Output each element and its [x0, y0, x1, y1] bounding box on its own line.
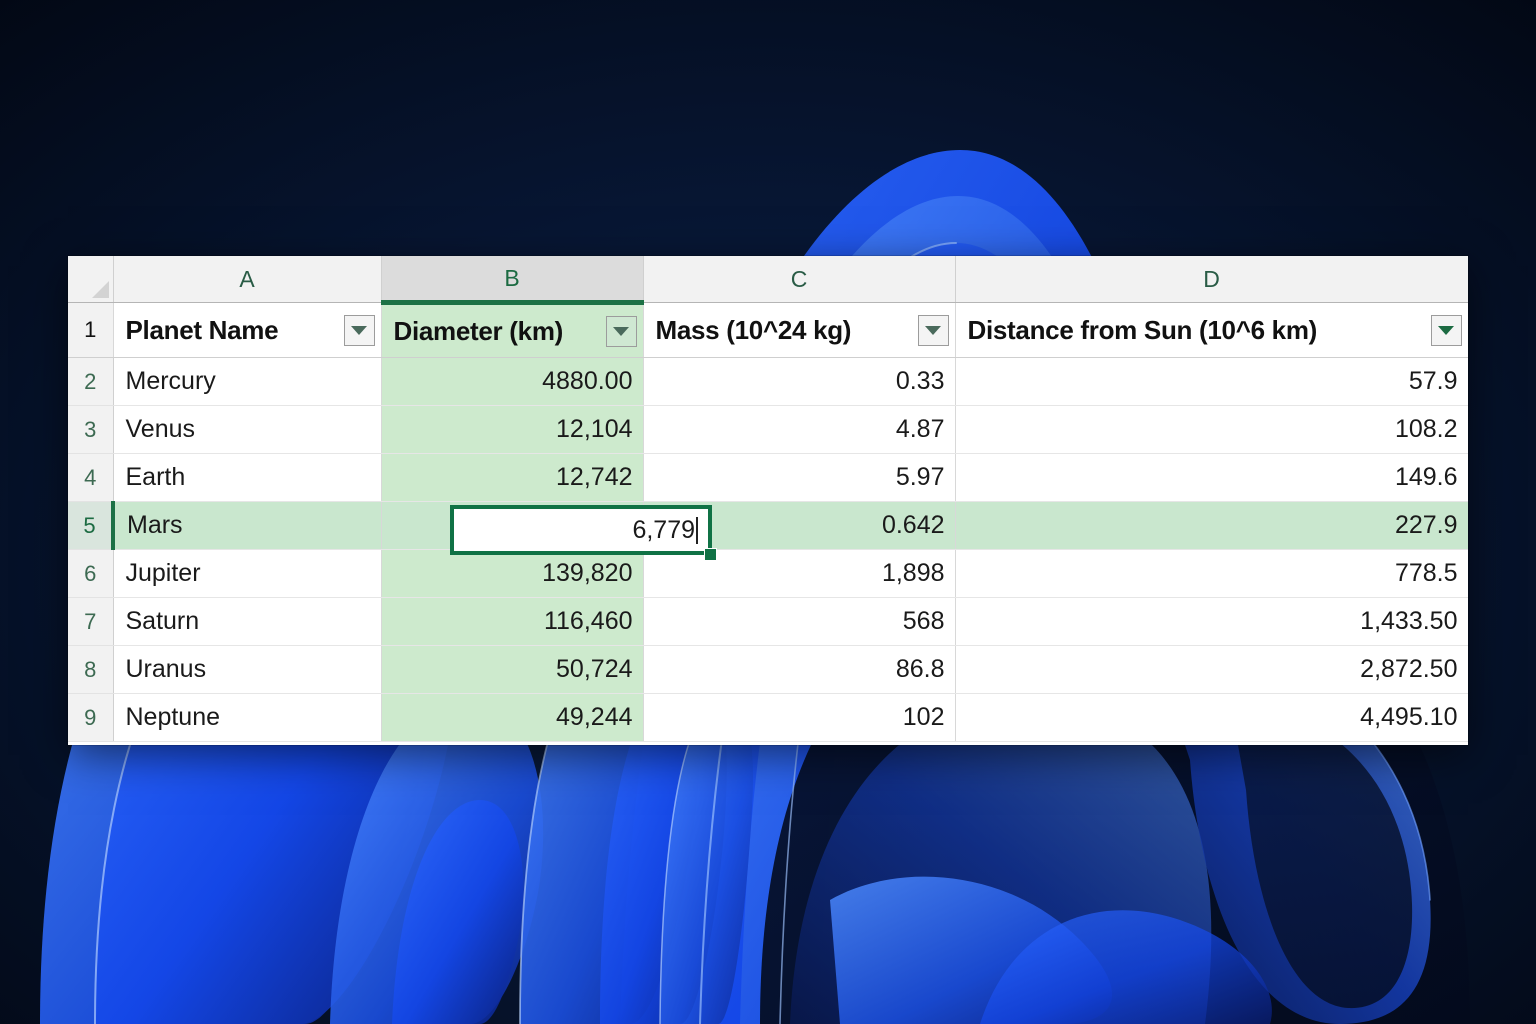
cell-c9[interactable]: 102 — [643, 693, 956, 742]
cell-b6[interactable]: 139,820 — [381, 549, 644, 598]
text-cursor — [696, 516, 698, 544]
cell-d7[interactable]: 1,433.50 — [955, 597, 1468, 646]
table-row[interactable]: 7 Saturn 116,460 568 1,433.50 — [68, 597, 1468, 646]
cell-a9[interactable]: Neptune — [113, 693, 382, 742]
table-row[interactable]: 9 Neptune 49,244 102 4,495.10 — [68, 693, 1468, 742]
column-header-strip[interactable]: A B C D — [68, 256, 1468, 305]
cell-a4[interactable]: Earth — [113, 453, 382, 502]
cell-b9[interactable]: 49,244 — [381, 693, 644, 742]
select-all-triangle-icon — [91, 281, 109, 298]
spreadsheet-grid[interactable]: A B C D 1 Planet Name Diameter (km) Mass… — [68, 256, 1468, 742]
cell-b2[interactable]: 4880.00 — [381, 357, 644, 406]
row-header-8[interactable]: 8 — [68, 645, 114, 694]
cell-a3[interactable]: Venus — [113, 405, 382, 454]
cell-d5[interactable]: 227.9 — [955, 501, 1468, 550]
row-header-2[interactable]: 2 — [68, 357, 114, 406]
filter-dropdown-icon-c[interactable] — [917, 314, 949, 346]
row-header-5[interactable]: 5 — [68, 501, 115, 550]
cell-b8[interactable]: 50,724 — [381, 645, 644, 694]
filter-dropdown-icon-a[interactable] — [343, 314, 375, 346]
cell-c7[interactable]: 568 — [643, 597, 956, 646]
header-label-distance: Distance from Sun (10^6 km) — [967, 314, 1318, 345]
table-row[interactable]: 8 Uranus 50,724 86.8 2,872.50 — [68, 645, 1468, 694]
table-row[interactable]: 4 Earth 12,742 5.97 149.6 — [68, 453, 1468, 502]
filter-dropdown-icon-d[interactable] — [1430, 314, 1462, 346]
cell-b7[interactable]: 116,460 — [381, 597, 644, 646]
cell-c4[interactable]: 5.97 — [643, 453, 956, 502]
cell-a7[interactable]: Saturn — [113, 597, 382, 646]
cell-b4[interactable]: 12,742 — [381, 453, 644, 502]
desktop-background: A B C D 1 Planet Name Diameter (km) Mass… — [0, 0, 1536, 1024]
column-header-b[interactable]: B — [381, 256, 644, 305]
cell-a8[interactable]: Uranus — [113, 645, 382, 694]
active-cell-value: 6,779 — [632, 515, 695, 544]
chevron-down-icon — [1438, 325, 1454, 335]
column-header-d[interactable]: D — [955, 256, 1468, 303]
row-header-1[interactable]: 1 — [68, 302, 114, 358]
fill-handle[interactable] — [704, 548, 717, 561]
table-row[interactable]: 6 Jupiter 139,820 1,898 778.5 — [68, 549, 1468, 598]
cell-c6[interactable]: 1,898 — [643, 549, 956, 598]
cell-c8[interactable]: 86.8 — [643, 645, 956, 694]
header-label-planet-name: Planet Name — [125, 314, 279, 345]
header-label-mass: Mass (10^24 kg) — [655, 314, 852, 345]
row-header-6[interactable]: 6 — [68, 549, 114, 598]
table-row[interactable]: 2 Mercury 4880.00 0.33 57.9 — [68, 357, 1468, 406]
cell-d6[interactable]: 778.5 — [955, 549, 1468, 598]
cell-d8[interactable]: 2,872.50 — [955, 645, 1468, 694]
cell-c3[interactable]: 4.87 — [643, 405, 956, 454]
table-header-row: 1 Planet Name Diameter (km) Mass (10^24 … — [68, 302, 1468, 358]
cell-d9[interactable]: 4,495.10 — [955, 693, 1468, 742]
cell-d3[interactable]: 108.2 — [955, 405, 1468, 454]
cell-d2[interactable]: 57.9 — [955, 357, 1468, 406]
select-all-button[interactable] — [68, 256, 114, 303]
row-header-7[interactable]: 7 — [68, 597, 114, 646]
cell-c2[interactable]: 0.33 — [643, 357, 956, 406]
header-cell-distance[interactable]: Distance from Sun (10^6 km) — [955, 302, 1468, 358]
cell-d4[interactable]: 149.6 — [955, 453, 1468, 502]
cell-a5[interactable]: Mars — [113, 501, 382, 550]
column-header-a[interactable]: A — [113, 256, 382, 303]
table-row[interactable]: 3 Venus 12,104 4.87 108.2 — [68, 405, 1468, 454]
row-header-9[interactable]: 9 — [68, 693, 114, 742]
chevron-down-icon — [925, 325, 941, 335]
cell-a6[interactable]: Jupiter — [113, 549, 382, 598]
cell-b3[interactable]: 12,104 — [381, 405, 644, 454]
cell-a2[interactable]: Mercury — [113, 357, 382, 406]
row-header-4[interactable]: 4 — [68, 453, 114, 502]
chevron-down-icon — [351, 325, 367, 335]
header-label-diameter: Diameter (km) — [393, 315, 564, 346]
spreadsheet-window[interactable]: A B C D 1 Planet Name Diameter (km) Mass… — [68, 256, 1468, 745]
header-cell-planet-name[interactable]: Planet Name — [113, 302, 382, 358]
header-cell-mass[interactable]: Mass (10^24 kg) — [643, 302, 956, 358]
chevron-down-icon — [613, 326, 629, 336]
active-cell-b5[interactable]: 6,779 — [450, 505, 712, 555]
table-row-selected[interactable]: 5 Mars 0.642 227.9 — [68, 501, 1468, 550]
row-header-3[interactable]: 3 — [68, 405, 114, 454]
header-cell-diameter[interactable]: Diameter (km) — [381, 302, 644, 358]
column-header-c[interactable]: C — [643, 256, 956, 303]
filter-dropdown-icon-b[interactable] — [605, 315, 637, 347]
